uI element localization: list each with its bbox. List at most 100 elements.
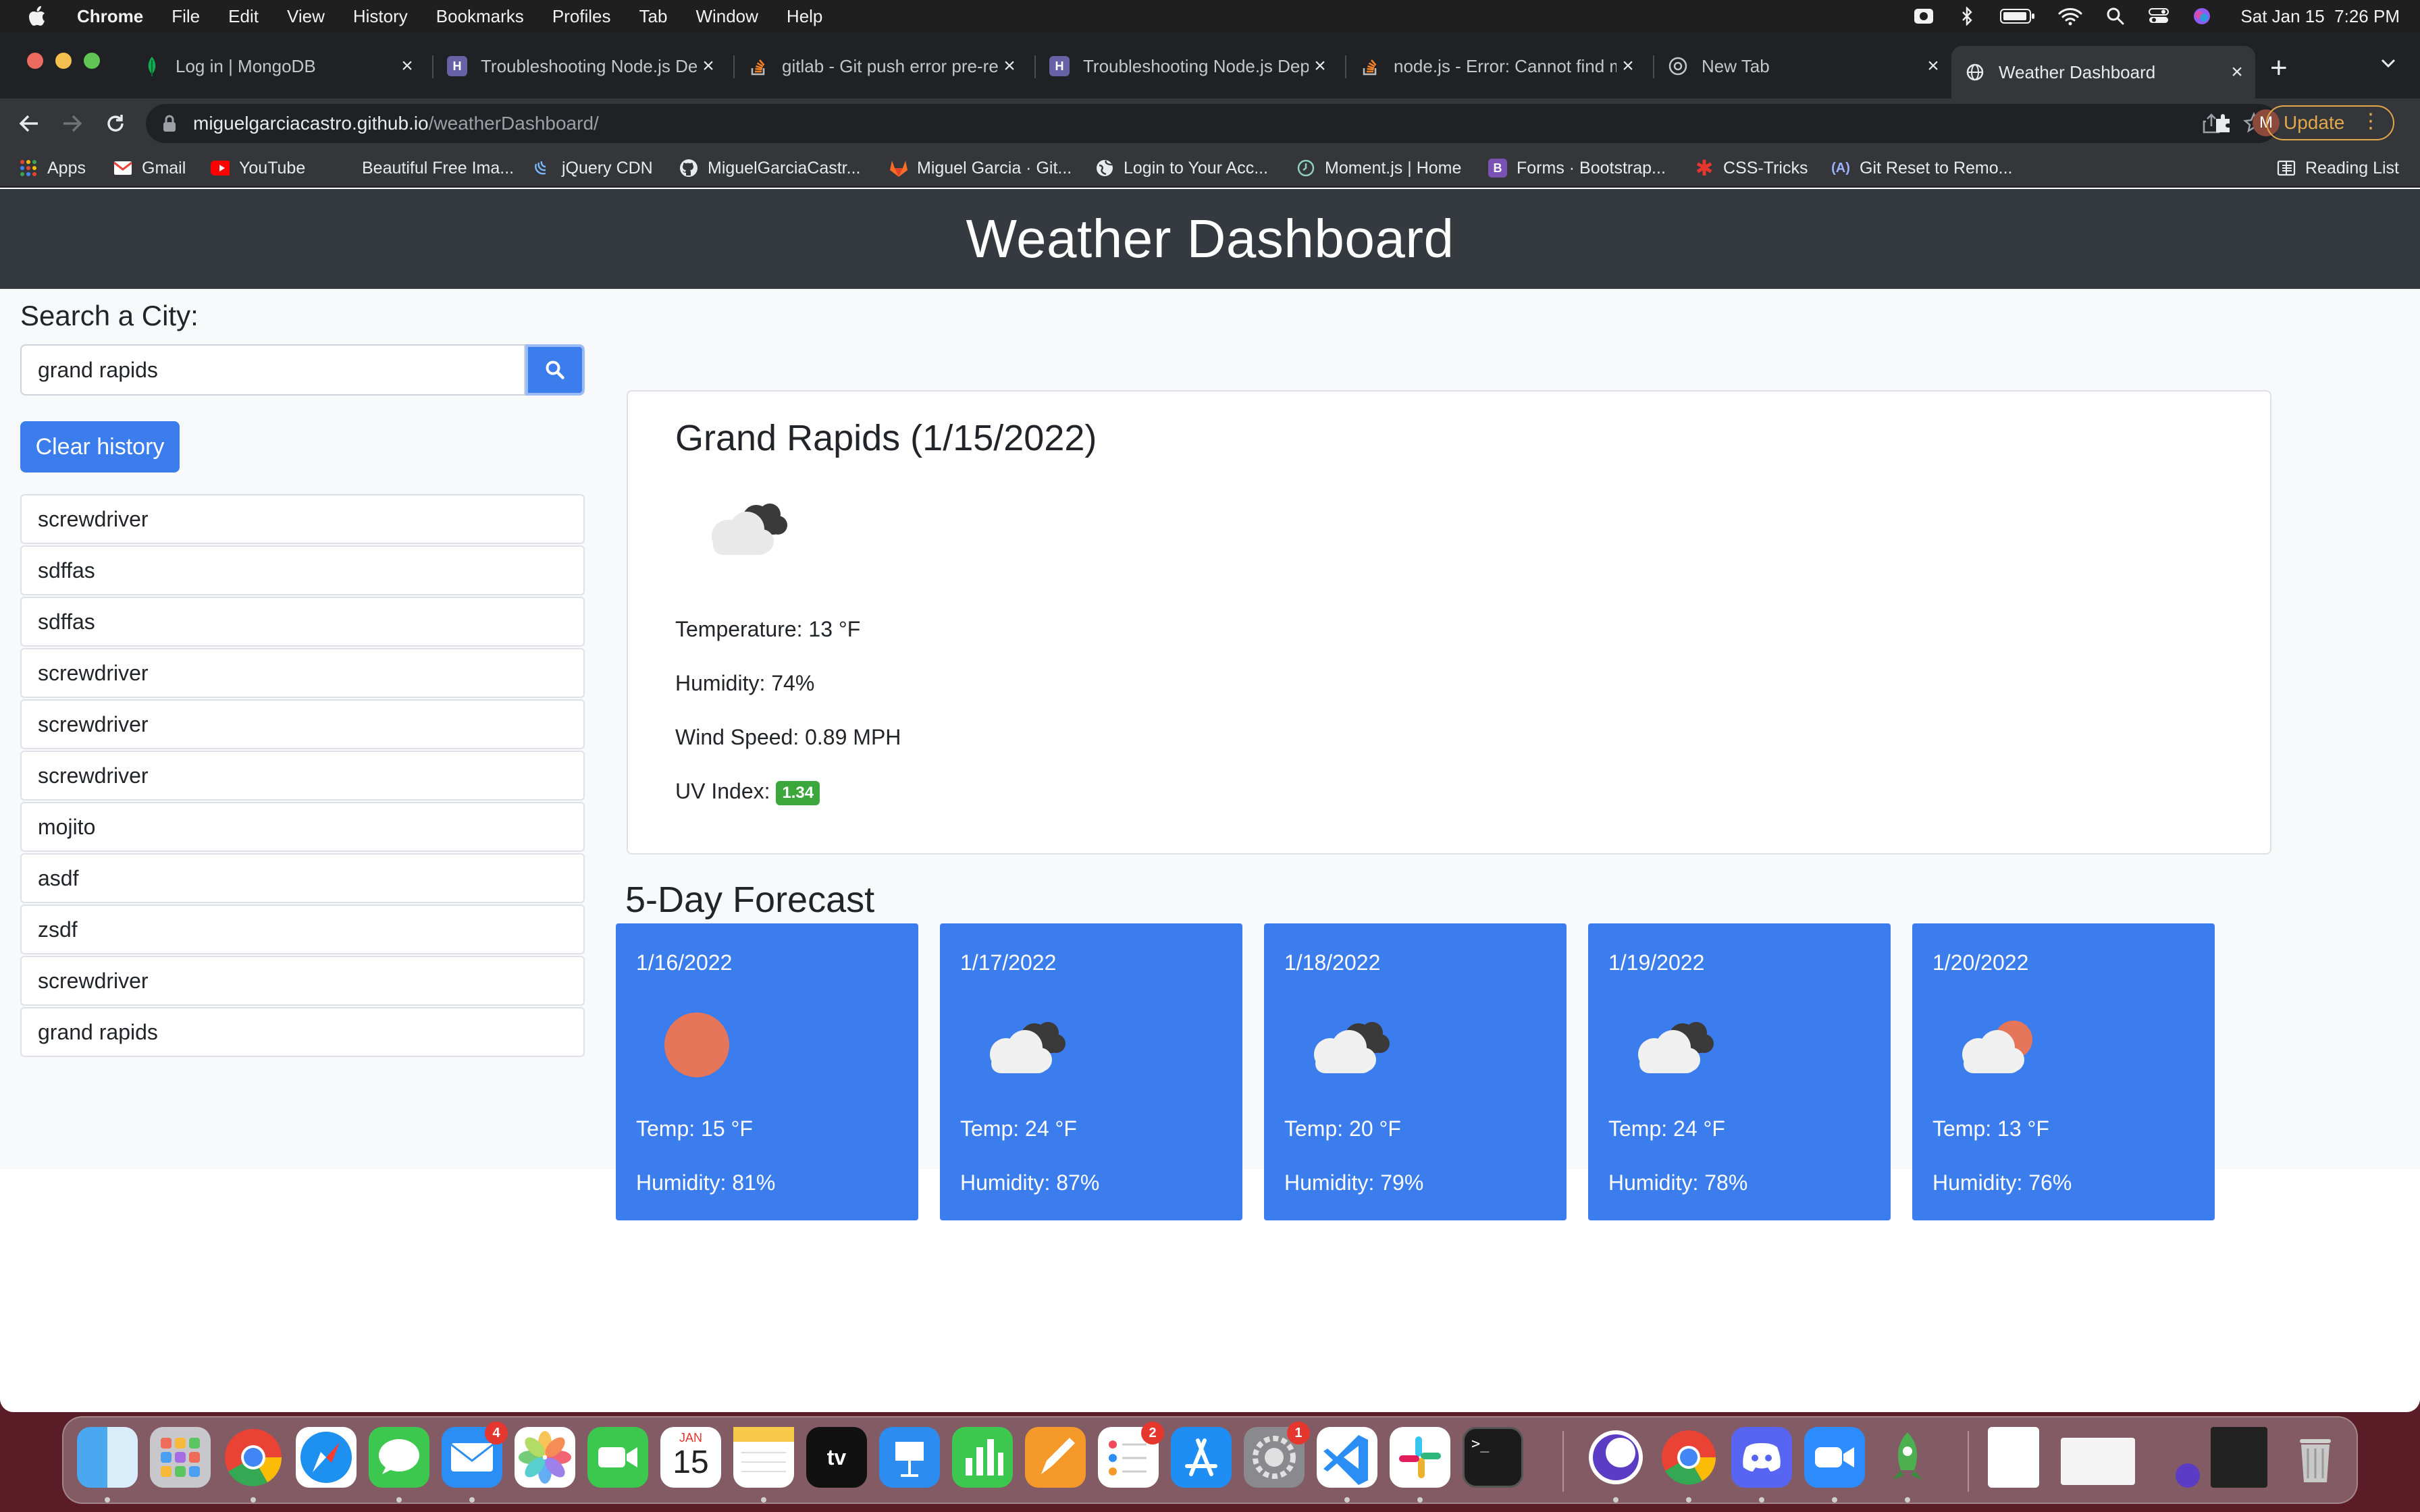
- back-button[interactable]: [14, 108, 45, 139]
- tab-troubleshooting-node-2[interactable]: H Troubleshooting Node.js Dep ×: [1036, 46, 1338, 86]
- clear-history-button[interactable]: Clear history: [20, 421, 180, 473]
- history-item[interactable]: zsdf: [20, 905, 585, 954]
- bookmark-gmail[interactable]: Gmail: [113, 148, 186, 188]
- close-tab-icon[interactable]: ×: [2226, 61, 2248, 84]
- menu-file[interactable]: File: [172, 6, 200, 27]
- discord-icon[interactable]: [1731, 1427, 1792, 1488]
- reading-list[interactable]: Reading List: [2277, 148, 2399, 188]
- wifi-icon[interactable]: [2058, 7, 2082, 26]
- new-tab-button[interactable]: +: [2270, 51, 2288, 85]
- mail-icon[interactable]: 4: [442, 1422, 508, 1488]
- menu-app-chrome[interactable]: Chrome: [77, 6, 143, 27]
- rocket-app-icon[interactable]: [1877, 1427, 1938, 1488]
- terminal-icon[interactable]: >_: [1463, 1427, 1523, 1488]
- zoom-icon[interactable]: [1804, 1427, 1865, 1488]
- bookmark-youtube[interactable]: YouTube: [211, 148, 305, 188]
- history-item[interactable]: mojito: [20, 802, 585, 852]
- trash-icon[interactable]: [2285, 1427, 2346, 1488]
- tab-search-icon[interactable]: [2378, 53, 2398, 76]
- history-item[interactable]: screwdriver: [20, 751, 585, 801]
- tab-mongodb[interactable]: Log in | MongoDB ×: [128, 46, 425, 86]
- city-search-input[interactable]: [20, 344, 525, 396]
- menu-window[interactable]: Window: [695, 6, 758, 27]
- notes-icon[interactable]: [733, 1427, 794, 1488]
- history-item[interactable]: sdffas: [20, 597, 585, 647]
- history-item[interactable]: screwdriver: [20, 494, 585, 544]
- clock[interactable]: Sat Jan 15 7:26 PM: [2240, 6, 2400, 27]
- menu-profiles[interactable]: Profiles: [552, 6, 611, 27]
- pages-icon[interactable]: [1025, 1427, 1086, 1488]
- chrome-dock-icon-2[interactable]: [1658, 1427, 1719, 1488]
- safari-icon[interactable]: [296, 1427, 357, 1488]
- bookmark-git-reset[interactable]: (A) Git Reset to Remo...: [1831, 148, 2012, 188]
- extensions-puzzle-icon[interactable]: [2213, 112, 2235, 137]
- close-tab-icon[interactable]: ×: [396, 55, 419, 78]
- bluetooth-icon[interactable]: [1957, 7, 1977, 26]
- reload-button[interactable]: [100, 108, 131, 139]
- menu-edit[interactable]: Edit: [228, 6, 259, 27]
- tab-weather-dashboard[interactable]: Weather Dashboard ×: [1951, 46, 2255, 99]
- vscode-icon[interactable]: [1317, 1427, 1377, 1488]
- menu-help[interactable]: Help: [787, 6, 822, 27]
- close-tab-icon[interactable]: ×: [1922, 55, 1945, 78]
- minimize-window-button[interactable]: [55, 53, 72, 69]
- history-item[interactable]: asdf: [20, 853, 585, 903]
- close-tab-icon[interactable]: ×: [998, 55, 1021, 78]
- reminders-icon[interactable]: 2: [1098, 1422, 1164, 1488]
- finder-icon[interactable]: [77, 1427, 138, 1488]
- screenshot-thumbnail-icon[interactable]: [2061, 1438, 2135, 1485]
- menu-bookmarks[interactable]: Bookmarks: [436, 6, 524, 27]
- bookmark-free-images[interactable]: Beautiful Free Ima...: [362, 148, 514, 188]
- zoom-window-button[interactable]: [84, 53, 100, 69]
- document-icon[interactable]: [1988, 1427, 2039, 1488]
- close-tab-icon[interactable]: ×: [1616, 55, 1639, 78]
- tab-node-error[interactable]: node.js - Error: Cannot find m ×: [1346, 46, 1646, 86]
- close-tab-icon[interactable]: ×: [697, 55, 720, 78]
- history-item[interactable]: screwdriver: [20, 956, 585, 1006]
- keynote-icon[interactable]: [879, 1427, 940, 1488]
- screen-record-icon[interactable]: [1914, 7, 1934, 25]
- apple-icon[interactable]: [27, 5, 47, 28]
- photos-icon[interactable]: [515, 1427, 575, 1488]
- bookmark-apps[interactable]: Apps: [19, 148, 86, 188]
- launchpad-icon[interactable]: [150, 1427, 211, 1488]
- spotlight-search-icon[interactable]: [2105, 7, 2126, 25]
- close-window-button[interactable]: [27, 53, 43, 69]
- bookmark-login-account[interactable]: Login to Your Acc...: [1095, 148, 1268, 188]
- tab-gitlab-push-error[interactable]: gitlab - Git push error pre-re ×: [735, 46, 1028, 86]
- history-item[interactable]: screwdriver: [20, 648, 585, 698]
- messages-icon[interactable]: [369, 1427, 429, 1488]
- small-app-thumbnail-icon[interactable]: [2176, 1463, 2200, 1488]
- bookmark-jquery-cdn[interactable]: jQuery CDN: [533, 148, 653, 188]
- calendar-icon[interactable]: JAN 15: [660, 1427, 721, 1488]
- slack-icon[interactable]: [1390, 1427, 1450, 1488]
- menu-tab[interactable]: Tab: [639, 6, 668, 27]
- app-store-icon[interactable]: [1171, 1427, 1232, 1488]
- facetime-icon[interactable]: [587, 1427, 648, 1488]
- apple-tv-icon[interactable]: tv: [806, 1427, 867, 1488]
- update-button[interactable]: Update ⋮: [2266, 105, 2394, 140]
- close-tab-icon[interactable]: ×: [1309, 55, 1332, 78]
- bookmark-github-profile[interactable]: MiguelGarciaCastr...: [679, 148, 860, 188]
- siri-icon[interactable]: [2192, 7, 2212, 25]
- menu-view[interactable]: View: [287, 6, 325, 27]
- numbers-icon[interactable]: [952, 1427, 1013, 1488]
- system-preferences-icon[interactable]: 1: [1244, 1422, 1310, 1488]
- menu-history[interactable]: History: [353, 6, 408, 27]
- bookmark-momentjs[interactable]: Moment.js | Home: [1296, 148, 1461, 188]
- history-item[interactable]: sdffas: [20, 545, 585, 595]
- search-button[interactable]: [525, 344, 585, 396]
- chrome-dock-icon[interactable]: [223, 1427, 284, 1488]
- focus-app-icon[interactable]: [1585, 1427, 1646, 1488]
- forward-button[interactable]: [57, 108, 88, 139]
- bookmark-bootstrap-forms[interactable]: B Forms · Bootstrap...: [1488, 148, 1666, 188]
- tab-troubleshooting-node-1[interactable]: H Troubleshooting Node.js Dep ×: [433, 46, 727, 86]
- terminal-window-thumbnail-icon[interactable]: [2211, 1427, 2267, 1488]
- bookmark-css-tricks[interactable]: ✱ CSS-Tricks: [1695, 148, 1808, 188]
- address-bar[interactable]: miguelgarciacastro.github.io/weatherDash…: [146, 104, 2278, 143]
- history-item[interactable]: grand rapids: [20, 1007, 585, 1057]
- lock-icon[interactable]: [162, 114, 178, 133]
- battery-icon[interactable]: [2000, 7, 2035, 25]
- control-center-icon[interactable]: [2149, 7, 2169, 25]
- tab-new-tab[interactable]: New Tab ×: [1654, 46, 1951, 86]
